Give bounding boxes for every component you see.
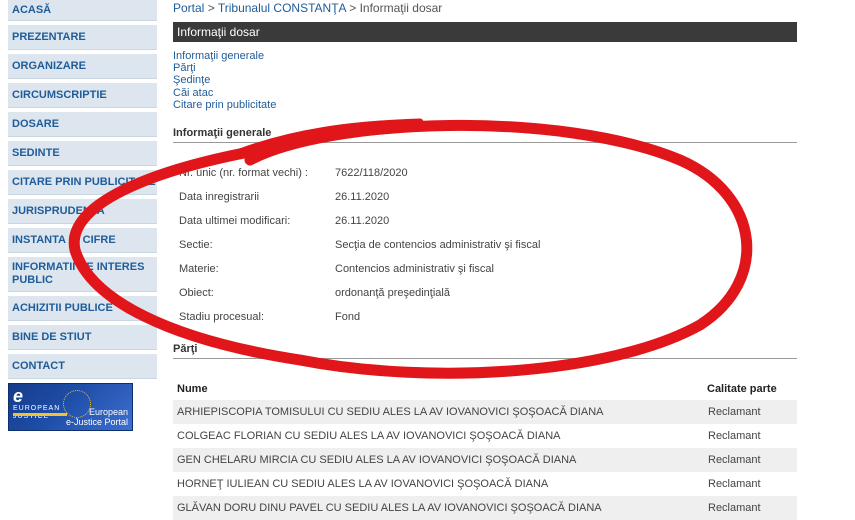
party-name: HORNEŢ IULIEAN CU SEDIU ALES LA AV IOVAN… [177, 478, 549, 490]
info-value: ordonanţă preşedinţială [335, 287, 450, 299]
section-title-bar: Informaţii dosar [173, 22, 797, 42]
info-value: 7622/118/2020 [335, 167, 408, 179]
info-row-sectie: Sectie: Secţia de contencios administrat… [179, 238, 779, 252]
breadcrumb-current: Informaţii dosar [359, 1, 443, 15]
breadcrumb: Portal > Tribunalul CONSTANŢA > Informaţ… [173, 0, 797, 16]
party-name: GLĂVAN DORU DINU PAVEL CU SEDIU ALES LA … [177, 502, 602, 514]
parti-heading: Părţi [173, 343, 797, 359]
table-header-row: Nume Calitate parte [173, 378, 797, 400]
breadcrumb-separator: > [207, 1, 215, 15]
sidebar-item-citare[interactable]: CITARE PRIN PUBLICITATE [8, 170, 157, 195]
party-role: Reclamant [708, 430, 761, 442]
info-value: Fond [335, 311, 361, 323]
info-label: Nr. unic (nr. format vechi) : [179, 167, 308, 179]
sidebar-item-acasa[interactable]: ACASĂ [8, 0, 157, 21]
column-header-nume: Nume [177, 383, 208, 395]
ejustice-portal-banner[interactable]: e EUROPEAN JUSTICE European e-Justice Por… [8, 383, 133, 431]
info-row-obiect: Obiect: ordonanţă preşedinţială [179, 286, 779, 300]
link-sedinte[interactable]: Şedinţe [173, 74, 797, 86]
section-links: Informaţii generale Părţi Şedinţe Căi at… [173, 50, 797, 111]
info-value: Contencios administrativ şi fiscal [335, 263, 494, 275]
info-label: Data inregistrarii [179, 191, 260, 203]
party-role: Reclamant [708, 502, 761, 514]
sidebar-nav: ACASĂ PREZENTARE ORGANIZARE CIRCUMSCRIPT… [8, 0, 157, 431]
sidebar-item-prezentare[interactable]: PREZENTARE [8, 25, 157, 50]
info-label: Stadiu procesual: [179, 311, 264, 323]
sidebar-item-sedinte[interactable]: SEDINTE [8, 141, 157, 166]
general-info-heading: Informaţii generale [173, 127, 797, 144]
sidebar-item-circumscriptie[interactable]: CIRCUMSCRIPTIE [8, 83, 157, 108]
sidebar-item-organizare[interactable]: ORGANIZARE [8, 54, 157, 79]
table-row: GEN CHELARU MIRCIA CU SEDIU ALES LA AV I… [173, 448, 797, 472]
table-row: GLĂVAN DORU DINU PAVEL CU SEDIU ALES LA … [173, 496, 797, 520]
link-informatii-generale[interactable]: Informaţii generale [173, 50, 797, 62]
info-value: 26.11.2020 [335, 215, 390, 227]
info-value: Secţia de contencios administrativ şi fi… [335, 239, 541, 251]
logo-stripe [13, 413, 67, 416]
table-row: COLGEAC FLORIAN CU SEDIU ALES LA AV IOVA… [173, 424, 797, 448]
info-label: Sectie: [179, 239, 213, 251]
sidebar-item-bine-de-stiut[interactable]: BINE DE STIUT [8, 325, 157, 350]
party-role: Reclamant [708, 478, 761, 490]
sidebar-item-contact[interactable]: CONTACT [8, 354, 157, 379]
parti-table: Nume Calitate parte ARHIEPISCOPIA TOMISU… [173, 378, 797, 520]
ejustice-banner-text: European e-Justice Portal [65, 407, 128, 427]
sidebar-item-instanta-in-cifre[interactable]: INSTANTA IN CIFRE [8, 228, 157, 253]
sidebar-item-jurisprudenta[interactable]: JURISPRUDENTA [8, 199, 157, 224]
party-role: Reclamant [708, 454, 761, 466]
info-row-nr-unic: Nr. unic (nr. format vechi) : 7622/118/2… [179, 166, 779, 180]
info-label: Data ultimei modificari: [179, 215, 291, 227]
info-label: Materie: [179, 263, 219, 275]
link-cai-atac[interactable]: Căi atac [173, 87, 797, 99]
party-name: COLGEAC FLORIAN CU SEDIU ALES LA AV IOVA… [177, 430, 561, 442]
breadcrumb-separator: > [349, 1, 357, 15]
party-role: Reclamant [708, 406, 761, 418]
sidebar-item-achizitii-publice[interactable]: ACHIZITII PUBLICE [8, 296, 157, 321]
main-content: Portal > Tribunalul CONSTANŢA > Informaţ… [173, 0, 797, 520]
link-citare-publicitate[interactable]: Citare prin publicitate [173, 99, 797, 111]
sidebar-item-dosare[interactable]: DOSARE [8, 112, 157, 137]
sidebar-item-informatii-interes-public[interactable]: INFORMATII DE INTERES PUBLIC [8, 257, 157, 292]
info-row-data-inregistrarii: Data inregistrarii 26.11.2020 [179, 190, 779, 204]
info-row-data-modificari: Data ultimei modificari: 26.11.2020 [179, 214, 779, 228]
link-parti[interactable]: Părţi [173, 62, 797, 74]
info-label: Obiect: [179, 287, 214, 299]
breadcrumb-portal-link[interactable]: Portal [173, 1, 204, 15]
table-row: ARHIEPISCOPIA TOMISULUI CU SEDIU ALES LA… [173, 400, 797, 424]
table-row: HORNEŢ IULIEAN CU SEDIU ALES LA AV IOVAN… [173, 472, 797, 496]
info-row-stadiu: Stadiu procesual: Fond [179, 310, 779, 324]
info-row-materie: Materie: Contencios administrativ şi fis… [179, 262, 779, 276]
info-value: 26.11.2020 [335, 191, 390, 203]
breadcrumb-court-link[interactable]: Tribunalul CONSTANŢA [218, 1, 346, 15]
party-name: ARHIEPISCOPIA TOMISULUI CU SEDIU ALES LA… [177, 406, 604, 418]
column-header-calitate: Calitate parte [707, 383, 777, 395]
party-name: GEN CHELARU MIRCIA CU SEDIU ALES LA AV I… [177, 454, 577, 466]
